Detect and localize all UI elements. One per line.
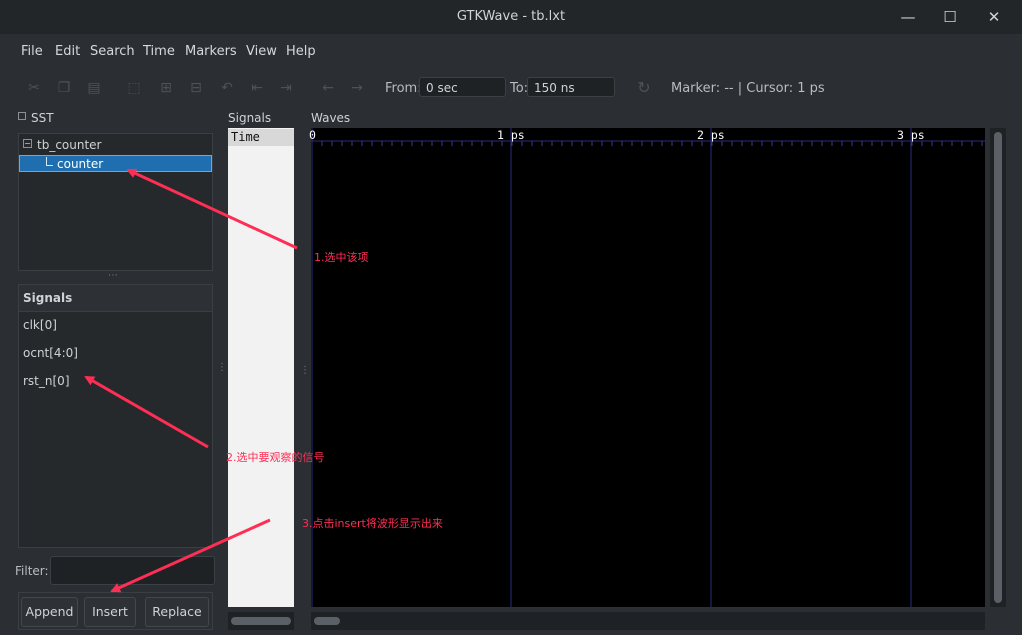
- annotation-arrows: [84, 168, 298, 593]
- annotation-step2: 2.选中要观察的信号: [226, 451, 325, 464]
- annotation-step1: 1.选中该项: [314, 251, 369, 264]
- arrow-step1: [126, 168, 298, 250]
- arrow-step3: [110, 518, 271, 593]
- arrow-step2: [84, 375, 209, 449]
- annotation-step3: 3.点击insert将波形显示出来: [302, 517, 443, 530]
